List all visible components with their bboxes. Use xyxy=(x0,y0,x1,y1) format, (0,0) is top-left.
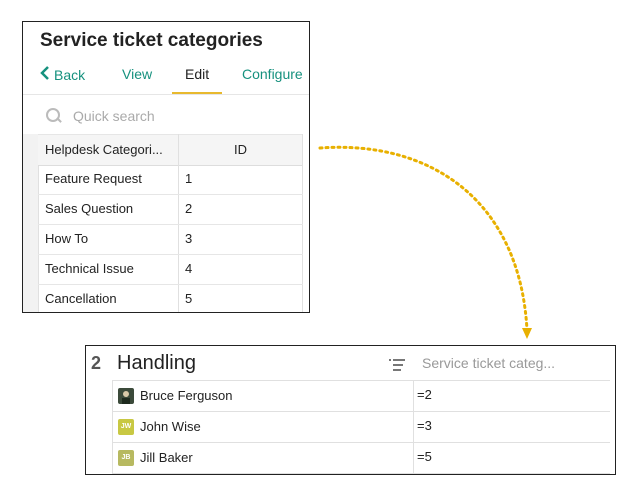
table-row[interactable]: JB Jill Baker =5 xyxy=(112,442,610,474)
section-title: Handling xyxy=(117,352,196,374)
table-row[interactable]: Bruce Ferguson =2 xyxy=(112,380,610,411)
category-value[interactable]: =2 xyxy=(417,381,432,409)
sort-icon[interactable] xyxy=(389,358,405,372)
avatar xyxy=(118,388,134,404)
section-number: 2 xyxy=(91,353,102,373)
assignee-name: John Wise xyxy=(140,419,201,434)
avatar: JW xyxy=(118,419,134,435)
assignee-name: Jill Baker xyxy=(140,450,193,465)
assignee-cell: JW John Wise xyxy=(112,412,414,442)
column-header-service-ticket[interactable]: Service ticket categ... xyxy=(422,355,555,371)
assignee-name: Bruce Ferguson xyxy=(140,388,233,403)
table-row[interactable]: JW John Wise =3 xyxy=(112,411,610,442)
category-value[interactable]: =5 xyxy=(417,443,432,471)
handling-section: 2 Handling Service ticket categ... Bruce… xyxy=(85,345,616,475)
avatar: JB xyxy=(118,450,134,466)
assignee-cell: JB Jill Baker xyxy=(112,443,414,473)
category-value[interactable]: =3 xyxy=(417,412,432,440)
assignee-cell: Bruce Ferguson xyxy=(112,381,414,411)
